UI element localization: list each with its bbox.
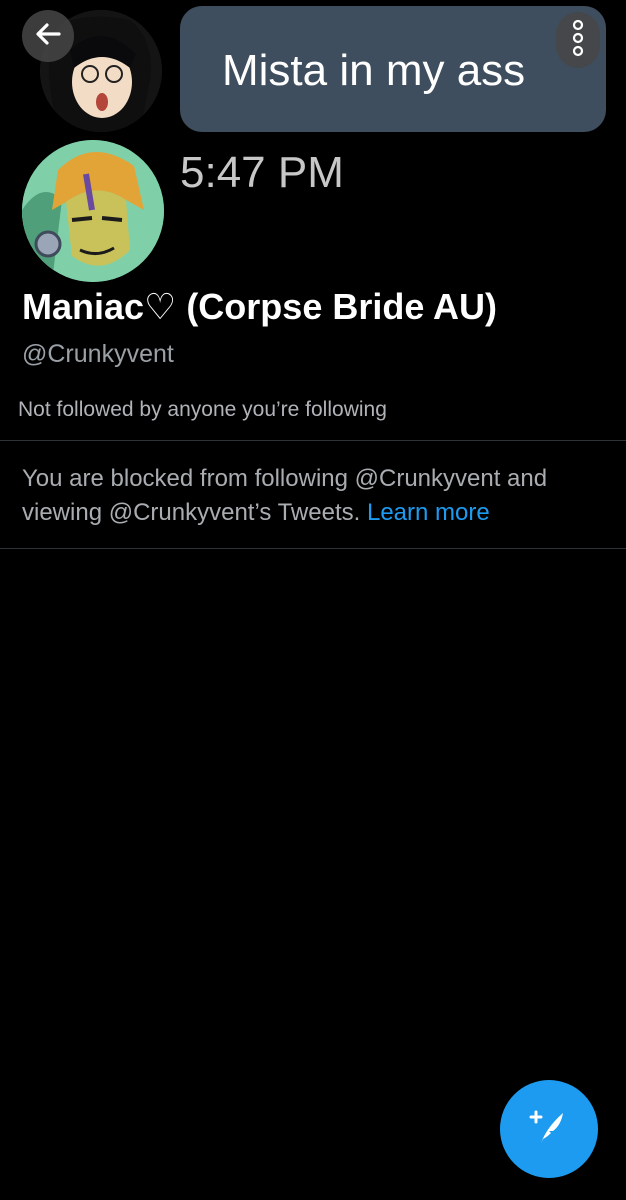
banner-message-text: Mista in my ass [222, 46, 526, 95]
blocked-notice: You are blocked from following @Crunkyve… [22, 462, 592, 530]
followers-note: Not followed by anyone you’re following [18, 398, 387, 421]
profile-avatar[interactable] [22, 140, 164, 282]
divider [0, 548, 626, 549]
compose-tweet-icon [527, 1105, 571, 1154]
compose-tweet-button[interactable] [500, 1080, 598, 1178]
arrow-left-icon [33, 19, 63, 54]
profile-handle: @Crunkyvent [22, 340, 174, 368]
banner-timestamp: 5:47 PM [180, 148, 344, 197]
learn-more-link[interactable]: Learn more [367, 499, 490, 526]
more-vertical-icon [570, 18, 586, 63]
divider [0, 440, 626, 441]
more-options-button[interactable] [556, 12, 600, 68]
back-button[interactable] [22, 10, 74, 62]
banner-message-bubble: Mista in my ass [180, 6, 606, 132]
profile-display-name: Maniac♡ (Corpse Bride AU) [22, 286, 498, 327]
